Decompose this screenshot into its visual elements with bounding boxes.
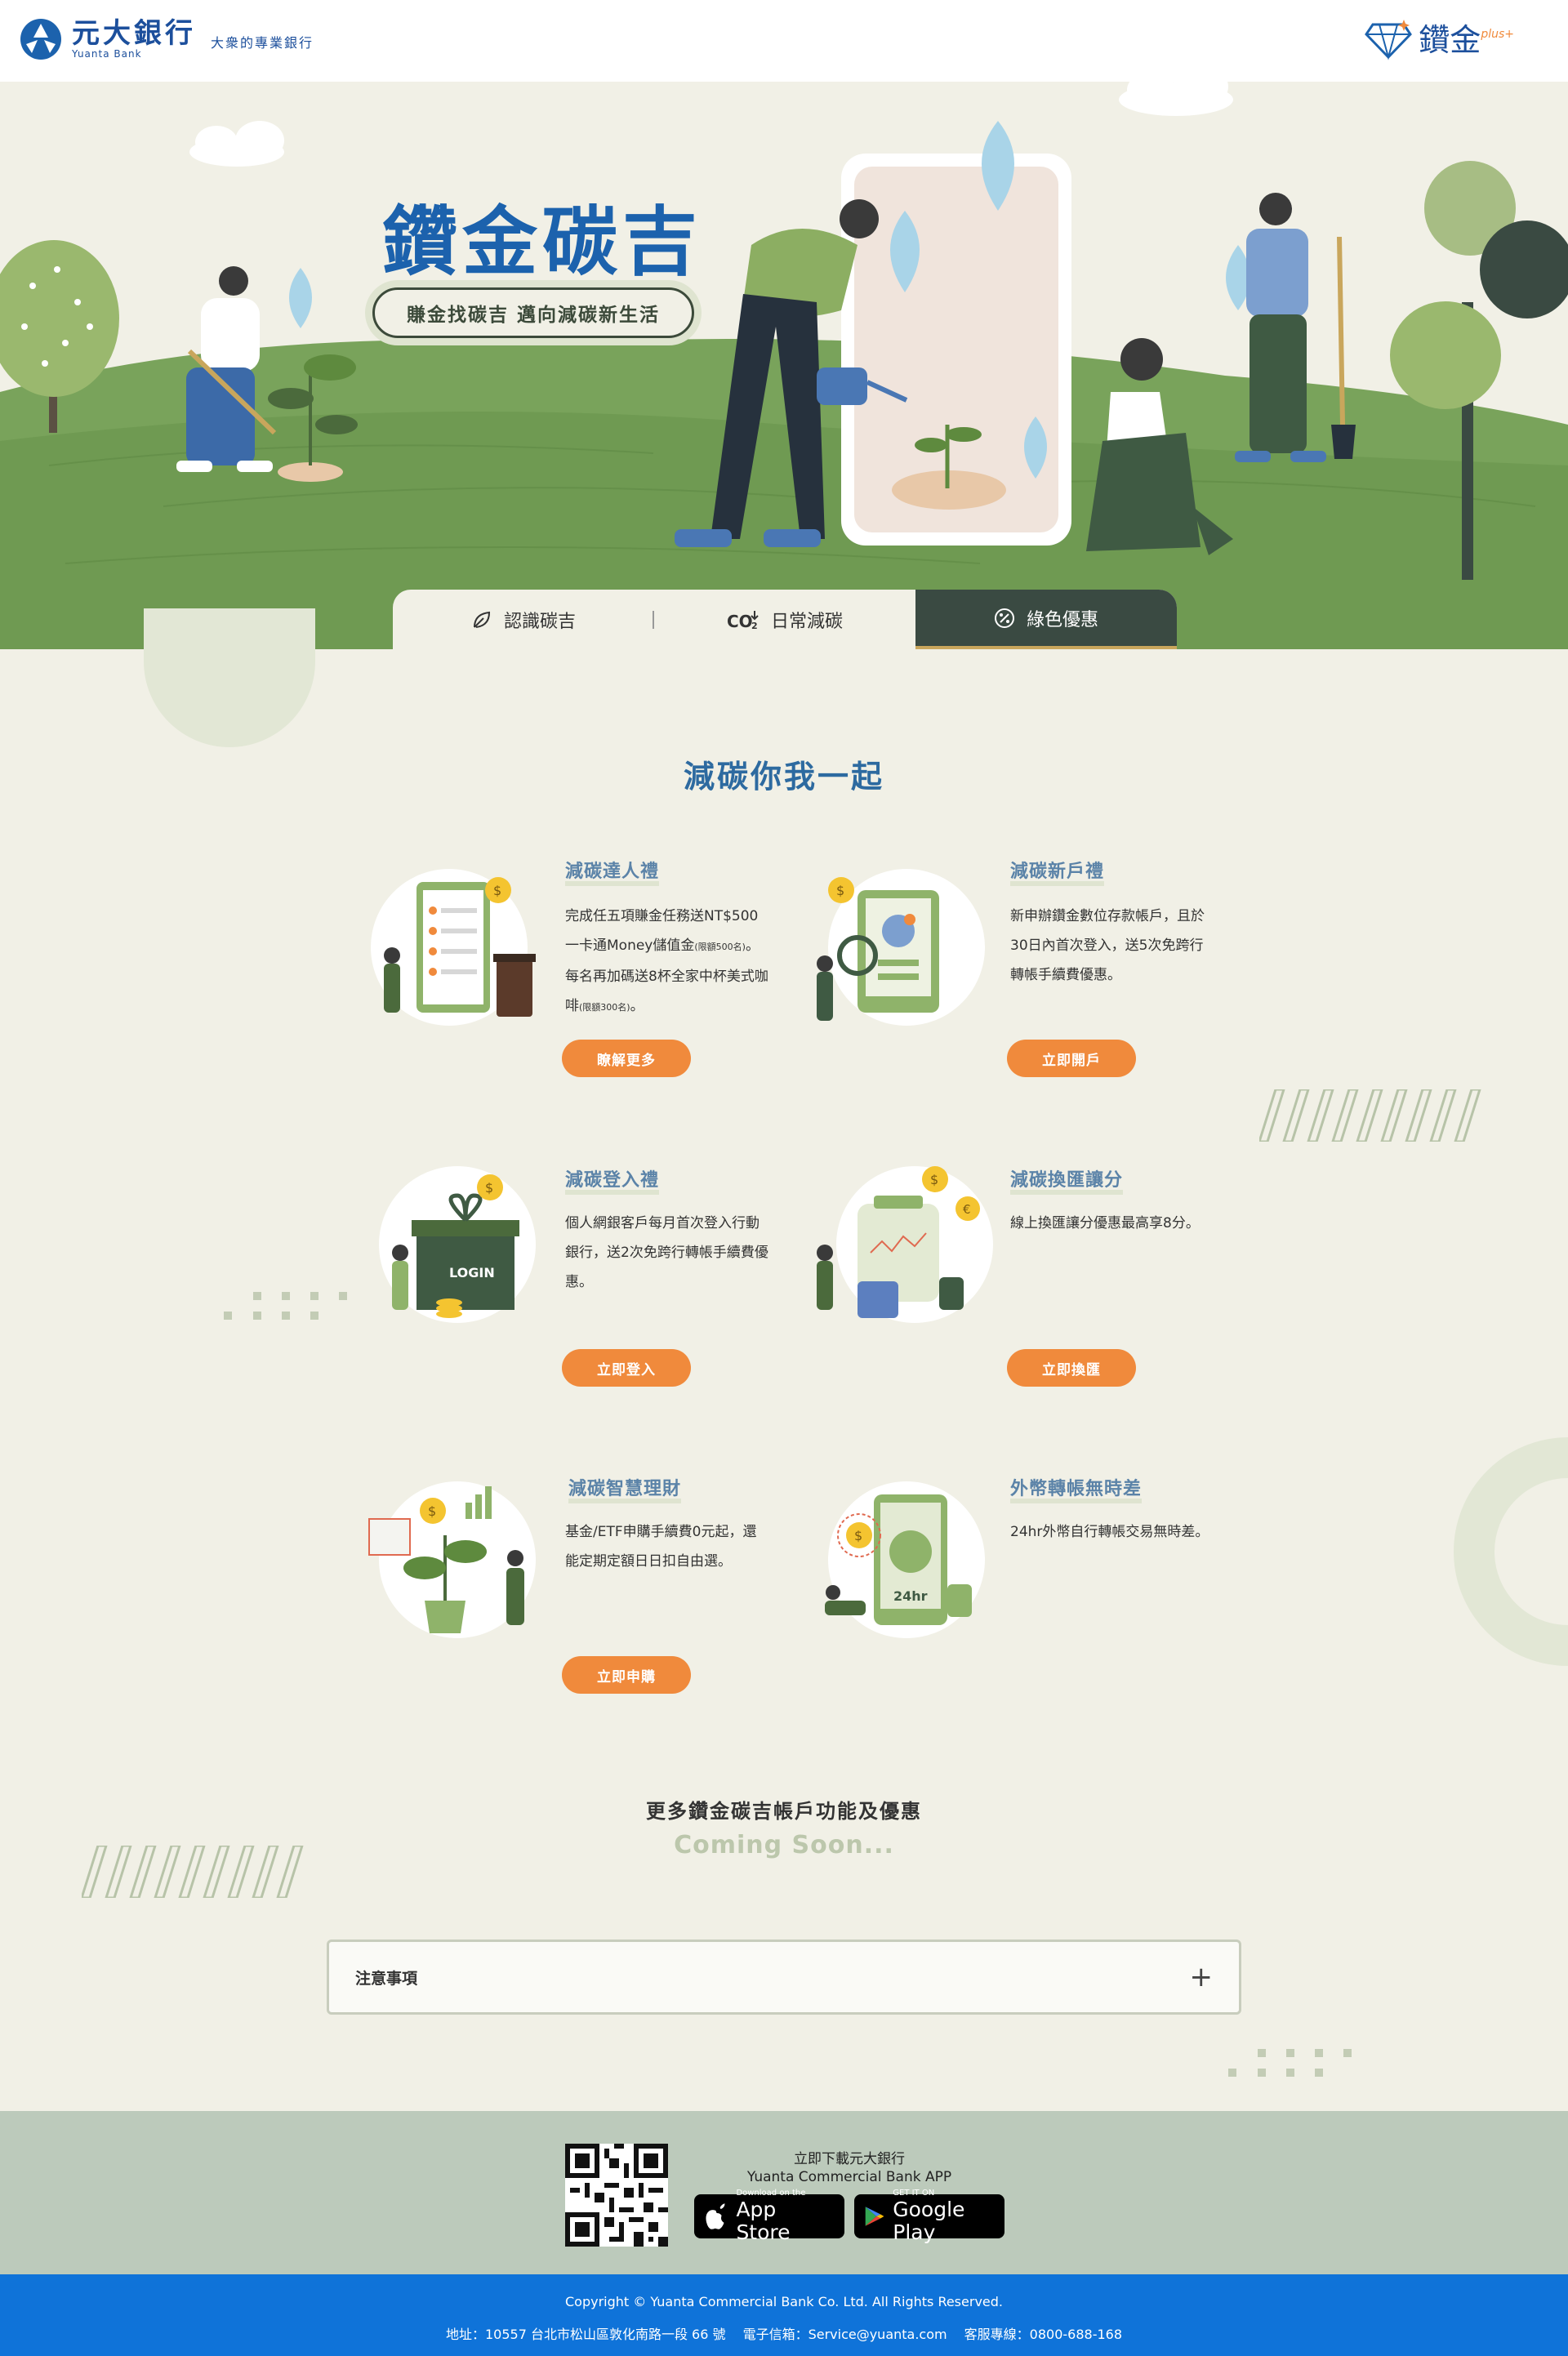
desc-part: 。 [630, 998, 644, 1014]
exchange-button[interactable]: 立即換匯 [1007, 1349, 1136, 1387]
card-title-foreign-transfer: 外幣轉帳無時差 [1010, 1474, 1143, 1503]
login-text: LOGIN [449, 1265, 495, 1280]
svg-text:$: $ [836, 883, 844, 898]
card-desc-login: 個人網銀客戶每月首次登入行動銀行，送2次免跨行轉帳手續費優惠。 [565, 1215, 768, 1290]
apple-icon [706, 2203, 725, 2229]
yuanta-logo[interactable]: 元大銀行 Yuanta Bank 大衆的專業銀行 [20, 18, 314, 60]
bank-name-en: Yuanta Bank [72, 48, 142, 60]
app-store-button[interactable]: Download on the App Store [694, 2189, 844, 2244]
google-play-button[interactable]: GET IT ON Google Play [854, 2189, 1004, 2244]
card-desc-carbon-master: 完成任五項賺金任務送NT$500一卡通Money儲值金(限額500名)。每名再加… [565, 902, 769, 1022]
deco-circle-left [144, 608, 315, 747]
card-title-new-account: 減碳新戶禮 [1010, 857, 1105, 886]
plus-logo-sup: plus+ [1481, 28, 1514, 41]
contact-info: 地址：10557 台北市松山區敦化南路一段 66 號 電子信箱：Service@… [445, 2327, 1123, 2342]
new-account-illustration: $ [817, 869, 985, 1026]
copyright-text: Copyright © Yuanta Commercial Bank Co. L… [565, 2294, 1003, 2309]
app-store-large: App Store [736, 2198, 791, 2244]
hero-illustration [0, 82, 1568, 649]
card-desc-foreign-transfer: 24hr外幣自行轉帳交易無時差。 [1010, 1524, 1209, 1540]
svg-text:2: 2 [751, 621, 758, 630]
qr-code-icon [565, 2144, 668, 2247]
hero-title: 鑽金碳吉 [382, 198, 703, 286]
google-play-large: Google Play [893, 2198, 965, 2244]
co2-icon: CO 2 [727, 610, 759, 630]
svg-text:$: $ [428, 1503, 436, 1519]
tab-daily-reduction[interactable]: CO 2 日常減碳 [654, 590, 915, 649]
tab-label: 綠色優惠 [1026, 609, 1098, 630]
google-play-icon [865, 2207, 884, 2226]
bank-slogan: 大衆的專業銀行 [211, 35, 314, 51]
notice-label: 注意事項 [355, 1969, 418, 1988]
card-title-smart-finance: 減碳智慧理財 [568, 1474, 682, 1503]
notice-accordion[interactable]: 注意事項 + [327, 1940, 1241, 2015]
hero-tabs: 認識碳吉 CO 2 日常減碳 綠色優惠 [393, 590, 1177, 649]
svg-text:€: € [963, 1202, 971, 1217]
coming-soon-text: Coming Soon... [674, 1831, 894, 1859]
tab-label: 日常減碳 [770, 611, 843, 632]
app-download-section: 立即下載元大銀行 Yuanta Commercial Bank APP Down… [0, 2111, 1568, 2274]
fund-investment-illustration: $ [368, 1481, 536, 1638]
card-desc-exchange: 線上換匯讓分優惠最高享8分。 [1010, 1215, 1200, 1231]
diamond-gold-plus-logo[interactable]: 鑽金 plus+ [1365, 20, 1514, 60]
bank-name: 元大銀行 [72, 17, 196, 50]
currency-exchange-illustration: $ € [817, 1166, 993, 1323]
card-title-exchange: 減碳換匯讓分 [1010, 1165, 1124, 1195]
deco-stripes-right [1259, 1089, 1481, 1142]
login-button[interactable]: 立即登入 [562, 1349, 691, 1387]
card-title-carbon-master: 減碳達人禮 [565, 857, 660, 886]
svg-text:$: $ [485, 1180, 493, 1196]
yuanta-logo-icon [20, 19, 61, 60]
plus-logo-text: 鑽金 [1419, 22, 1481, 58]
24hr-text: 24hr [893, 1588, 928, 1604]
learn-more-button[interactable]: 瞭解更多 [562, 1040, 691, 1077]
card-desc-new-account: 新申辦鑽金數位存款帳戶，且於30日內首次登入，送5次免跨行轉帳手續費優惠。 [1010, 908, 1205, 983]
site-header: 元大銀行 Yuanta Bank 大衆的專業銀行 鑽金 plus+ [0, 0, 1568, 82]
login-gift-illustration: LOGIN $ [379, 1166, 536, 1323]
footer-copyright: Copyright © Yuanta Commercial Bank Co. L… [0, 2274, 1568, 2356]
deco-dots-right [1228, 2049, 1352, 2077]
task-checklist-illustration: $ [371, 869, 536, 1026]
plus-icon[interactable]: + [1190, 1963, 1214, 1991]
svg-text:$: $ [493, 883, 501, 898]
foreign-transfer-illustration: 24hr $ [825, 1481, 985, 1638]
percent-icon [994, 608, 1014, 628]
tab-label: 認識碳吉 [503, 611, 576, 632]
app-download-line2: Yuanta Commercial Bank APP [746, 2169, 952, 2185]
desc-limit-note: (限額500名) [694, 942, 746, 952]
svg-text:$: $ [854, 1528, 862, 1543]
leaf-icon [473, 611, 490, 628]
hero-subtitle: 賺金找碳吉 邁向減碳新生活 [372, 287, 694, 338]
card-title-login: 減碳登入禮 [565, 1165, 660, 1195]
deco-ring-right [1454, 1437, 1568, 1666]
diamond-icon [1365, 20, 1413, 60]
card-desc-smart-finance: 基金/ETF申購手續費0元起，還能定期定額日日扣自由選。 [565, 1524, 757, 1570]
deco-dots-left [224, 1292, 347, 1320]
hero-banner: 鑽金碳吉 賺金找碳吉 邁向減碳新生活 認識碳吉 CO 2 日常減碳 綠色優惠 [0, 82, 1568, 649]
svg-text:CO: CO [727, 612, 753, 630]
app-download-line1: 立即下載元大銀行 [794, 2151, 905, 2167]
tab-green-offers[interactable]: 綠色優惠 [915, 590, 1177, 649]
tab-learn-carbon[interactable]: 認識碳吉 [393, 590, 654, 649]
open-account-button[interactable]: 立即開戶 [1007, 1040, 1136, 1077]
svg-text:$: $ [930, 1172, 938, 1187]
app-download-text: 立即下載元大銀行 Yuanta Commercial Bank APP [702, 2150, 996, 2186]
section-title: 減碳你我一起 [683, 759, 884, 795]
more-features-title: 更多鑽金碳吉帳戶功能及優惠 [646, 1800, 922, 1823]
desc-limit-note: (限額300名) [579, 1002, 630, 1013]
subscribe-button[interactable]: 立即申購 [562, 1656, 691, 1694]
